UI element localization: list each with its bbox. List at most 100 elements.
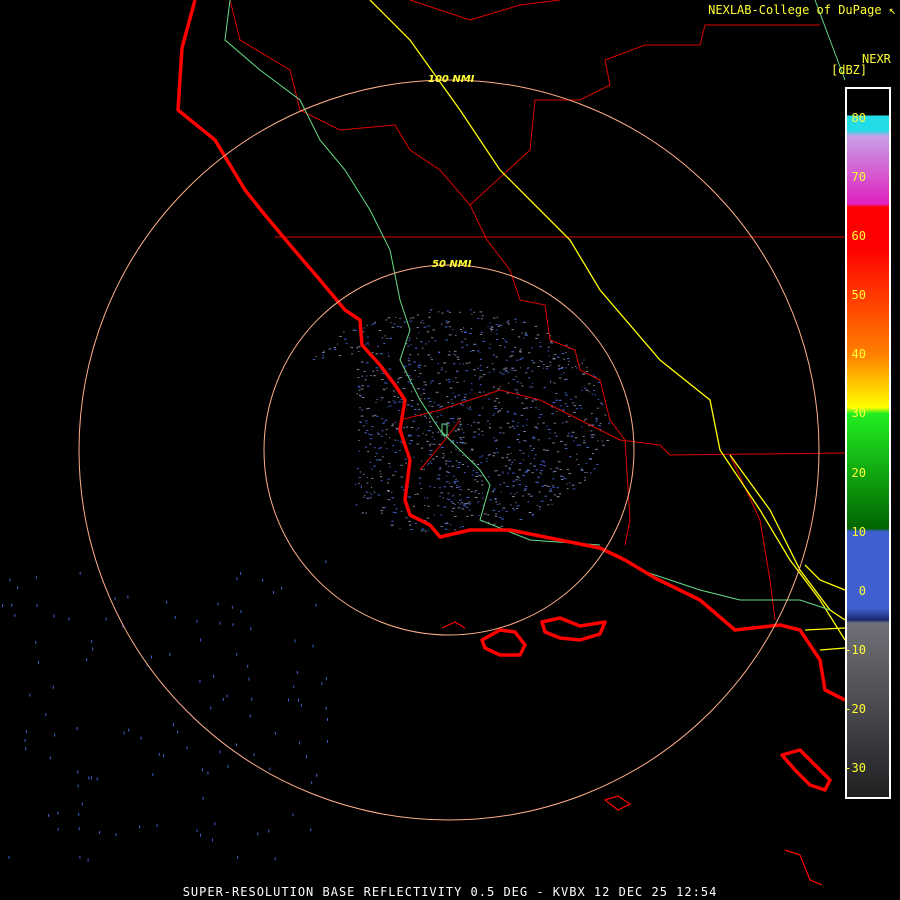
echo-pixel xyxy=(447,498,451,500)
echo-pixel xyxy=(478,378,481,380)
echo-pixel xyxy=(379,470,382,472)
echo-pixel xyxy=(454,529,457,531)
echo-pixel xyxy=(387,478,390,480)
echo-pixel xyxy=(527,501,530,503)
echo-pixel xyxy=(358,429,360,431)
echo-pixel xyxy=(350,346,354,348)
echo-pixel xyxy=(516,505,520,507)
echo-pixel xyxy=(552,471,555,473)
echo-pixel xyxy=(602,444,605,446)
echo-pixel xyxy=(429,309,432,311)
echo-pixel xyxy=(462,436,465,438)
echo-pixel xyxy=(458,464,460,466)
echo-pixel xyxy=(571,435,574,437)
echo-pixel xyxy=(526,424,528,426)
echo-pixel xyxy=(440,447,442,449)
echo-pixel xyxy=(586,389,589,391)
echo-pixel xyxy=(452,329,454,331)
echo-pixel xyxy=(558,399,562,401)
echo-pixel xyxy=(360,388,364,390)
echo-pixel xyxy=(441,323,443,325)
echo-pixel xyxy=(435,391,439,393)
echo-pixel xyxy=(493,523,496,525)
echo-pixel xyxy=(412,505,415,507)
echo-pixel xyxy=(562,422,564,424)
echo-pixel xyxy=(366,482,369,484)
echo-pixel xyxy=(325,560,327,564)
echo-pixel xyxy=(328,348,332,350)
echo-pixel xyxy=(333,347,336,349)
echo-pixel xyxy=(394,402,397,404)
echo-pixel xyxy=(395,508,398,510)
echo-pixel xyxy=(451,440,454,442)
echo-pixel xyxy=(547,485,550,487)
echo-pixel xyxy=(521,332,523,334)
echo-pixel xyxy=(583,359,585,361)
echo-pixel xyxy=(437,362,439,364)
echo-pixel xyxy=(511,420,515,422)
echo-pixel xyxy=(366,497,368,499)
small-islands xyxy=(441,621,823,886)
echo-pixel xyxy=(407,358,410,360)
echo-pixel xyxy=(377,345,379,347)
echo-pixel xyxy=(581,362,584,364)
echo-pixel xyxy=(418,482,421,484)
echo-pixel xyxy=(474,479,477,481)
echo-pixel xyxy=(448,334,452,336)
echo-pixel xyxy=(385,319,388,321)
echo-pixel xyxy=(478,493,480,495)
echo-pixel xyxy=(357,351,360,352)
echo-pixel xyxy=(370,438,373,440)
echo-pixel xyxy=(546,368,548,370)
echo-pixel xyxy=(491,491,495,493)
echo-pixel xyxy=(36,604,38,608)
echo-pixel xyxy=(518,484,522,486)
echo-pixel xyxy=(492,354,496,356)
echo-pixel xyxy=(539,505,541,507)
echo-pixel xyxy=(493,405,497,407)
echo-pixel xyxy=(273,590,275,594)
echo-pixel xyxy=(430,463,433,465)
echo-pixel xyxy=(227,764,229,768)
echo-pixel xyxy=(367,451,370,453)
echo-pixel xyxy=(389,405,392,407)
echo-pixel xyxy=(455,460,458,462)
echo-pixel xyxy=(588,391,590,393)
echo-pixel xyxy=(483,391,485,393)
echo-pixel xyxy=(446,310,449,312)
echo-pixel xyxy=(447,492,450,494)
echo-pixel xyxy=(387,317,391,319)
echo-pixel xyxy=(516,359,519,361)
echo-pixel xyxy=(506,321,509,323)
echo-pixel xyxy=(461,502,464,504)
echo-pixel xyxy=(496,329,498,331)
echo-pixel xyxy=(464,442,467,444)
echo-pixel xyxy=(453,421,455,423)
echo-pixel xyxy=(540,473,543,475)
echo-pixel xyxy=(497,388,501,390)
echo-pixel xyxy=(392,423,394,425)
echo-pixel xyxy=(326,717,328,721)
echo-pixel xyxy=(425,343,427,345)
echo-pixel xyxy=(595,421,598,423)
echo-pixel xyxy=(358,439,360,441)
echo-pixel xyxy=(507,320,510,322)
echo-pixel xyxy=(384,335,386,337)
echo-pixel xyxy=(523,431,526,432)
echo-pixel xyxy=(398,409,401,411)
echo-pixel xyxy=(457,394,461,396)
echo-pixel xyxy=(533,457,536,459)
echo-pixel xyxy=(586,472,588,474)
echo-pixel xyxy=(531,359,534,361)
echo-pixel xyxy=(358,389,361,391)
echo-pixel xyxy=(430,357,432,359)
echo-pixel xyxy=(393,390,395,392)
echo-pixel xyxy=(445,339,449,341)
echo-pixel xyxy=(468,501,471,503)
echo-pixel xyxy=(380,399,382,401)
echo-pixel xyxy=(25,747,27,751)
echo-pixel xyxy=(502,472,504,474)
echo-pixel xyxy=(79,571,81,575)
echo-pixel xyxy=(559,469,562,471)
echo-pixel xyxy=(515,502,517,504)
